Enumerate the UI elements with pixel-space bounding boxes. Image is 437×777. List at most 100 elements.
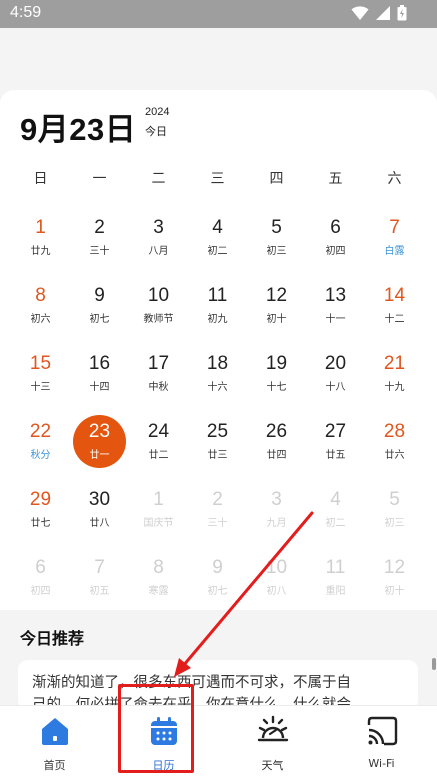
recommendation-card[interactable]: 渐渐的知道了，很多东西可遇而不可求，不属于自 己的，何必拼了命去在乎。你在意什么…	[18, 660, 418, 710]
status-icons	[351, 5, 407, 21]
calendar-day[interactable]: 3 八月	[129, 214, 188, 276]
status-time: 4:59	[10, 4, 42, 21]
calendar-day-lunar: 白露	[384, 246, 405, 257]
calendar-day-number: 18	[206, 353, 229, 374]
calendar-day-number: 9	[212, 557, 223, 578]
calendar-day-selected[interactable]: 23 廿一	[70, 415, 129, 480]
calendar-day[interactable]: 14 十二	[365, 282, 424, 344]
calendar-day[interactable]: 2 三十	[70, 214, 129, 276]
calendar-day[interactable]: 5 初三	[365, 486, 424, 548]
calendar-day[interactable]: 8 寒露	[129, 554, 188, 616]
calendar-day-number: 3	[153, 217, 164, 238]
calendar-day-lunar: 廿五	[325, 450, 346, 461]
calendar-day[interactable]: 7 白露	[365, 214, 424, 276]
calendar-day-number: 26	[265, 421, 288, 442]
weekday-fri: 五	[328, 171, 343, 187]
calendar-day[interactable]: 18 十六	[188, 350, 247, 412]
today-label: 今日	[145, 125, 167, 138]
calendar-day-lunar: 三十	[207, 518, 228, 529]
calendar-day[interactable]: 24 廿二	[129, 418, 188, 480]
calendar-day-lunar: 国庆节	[143, 518, 174, 529]
calendar-day-number: 8	[153, 557, 164, 578]
calendar-day-lunar: 十九	[384, 382, 405, 393]
calendar-day[interactable]: 15 十三	[11, 350, 70, 412]
calendar-day[interactable]: 4 初二	[188, 214, 247, 276]
calendar-day[interactable]: 1 廿九	[11, 214, 70, 276]
calendar-day-lunar: 廿四	[266, 450, 287, 461]
home-icon	[42, 718, 68, 745]
status-bar: 4:59	[0, 0, 437, 28]
calendar-day[interactable]: 29 廿七	[11, 486, 70, 548]
calendar-day-number: 14	[383, 285, 406, 306]
calendar-day[interactable]: 25 廿三	[188, 418, 247, 480]
calendar-day-lunar: 十四	[89, 382, 110, 393]
calendar-day-lunar: 九月	[266, 518, 287, 529]
recommendation-line: 渐渐的知道了，很多东西可遇而不可求，不属于自	[32, 675, 351, 691]
calendar-day-number: 4	[212, 217, 223, 238]
calendar-day[interactable]: 11 初九	[188, 282, 247, 344]
calendar-day-number: 13	[324, 285, 347, 306]
calendar-day[interactable]: 3 九月	[247, 486, 306, 548]
calendar-day[interactable]: 6 初四	[11, 554, 70, 616]
calendar-day-lunar: 廿八	[89, 518, 110, 529]
calendar-day-lunar: 十七	[266, 382, 287, 393]
calendar-day[interactable]: 12 初十	[365, 554, 424, 616]
calendar-day[interactable]: 4 初二	[306, 486, 365, 548]
nav-item-home[interactable]: 首页	[0, 706, 109, 777]
calendar-day[interactable]: 27 廿五	[306, 418, 365, 480]
calendar-day[interactable]: 10 初八	[247, 554, 306, 616]
calendar-day-lunar: 初五	[89, 586, 110, 597]
scrollbar-thumb[interactable]	[432, 658, 436, 670]
calendar-day-lunar: 寒露	[148, 586, 169, 597]
weekday-header: 日 一 二 三 四 五 六	[0, 168, 437, 188]
calendar-day-lunar: 秋分	[30, 450, 51, 461]
calendar-day-number: 1	[35, 217, 46, 238]
calendar-day[interactable]: 9 初七	[188, 554, 247, 616]
calendar-day-number: 21	[383, 353, 406, 374]
selected-year: 2024	[145, 106, 170, 118]
calendar-day[interactable]: 21 十九	[365, 350, 424, 412]
calendar-day-lunar: 初十	[384, 586, 405, 597]
calendar-day[interactable]: 26 廿四	[247, 418, 306, 480]
weekday-sat: 六	[387, 171, 402, 187]
calendar-day-lunar: 初三	[384, 518, 405, 529]
calendar-day[interactable]: 13 十一	[306, 282, 365, 344]
calendar-day-lunar: 初三	[266, 246, 287, 257]
calendar-day-lunar: 十一	[325, 314, 346, 325]
calendar-day[interactable]: 19 十七	[247, 350, 306, 412]
calendar-day[interactable]: 9 初七	[70, 282, 129, 344]
calendar-day-lunar: 中秋	[148, 382, 169, 393]
calendar-day-number: 2	[212, 489, 223, 510]
calendar-day-lunar: 十三	[30, 382, 51, 393]
calendar-day[interactable]: 6 初四	[306, 214, 365, 276]
calendar-day-number: 10	[147, 285, 170, 306]
calendar-day[interactable]: 30 廿八	[70, 486, 129, 548]
nav-item-weather[interactable]: 天气	[218, 706, 327, 777]
calendar-day[interactable]: 2 三十	[188, 486, 247, 548]
calendar-day-number: 10	[265, 557, 288, 578]
calendar-day[interactable]: 17 中秋	[129, 350, 188, 412]
calendar-day[interactable]: 16 十四	[70, 350, 129, 412]
nav-item-wifi[interactable]: Wi-Fi	[327, 706, 436, 777]
calendar-day-number: 7	[94, 557, 105, 578]
weekday-wed: 三	[210, 171, 225, 187]
calendar-day[interactable]: 20 十八	[306, 350, 365, 412]
calendar-day-lunar: 廿六	[384, 450, 405, 461]
calendar-day[interactable]: 7 初五	[70, 554, 129, 616]
calendar-day-lunar: 十六	[207, 382, 228, 393]
calendar-day-lunar: 初八	[266, 586, 287, 597]
calendar-day-lunar: 教师节	[143, 314, 174, 325]
calendar-day[interactable]: 8 初六	[11, 282, 70, 344]
nav-label-home: 首页	[43, 759, 66, 772]
calendar-day[interactable]: 5 初三	[247, 214, 306, 276]
calendar-day[interactable]: 10 教师节	[129, 282, 188, 344]
calendar-day[interactable]: 28 廿六	[365, 418, 424, 480]
calendar-day[interactable]: 12 初十	[247, 282, 306, 344]
battery-icon	[397, 5, 407, 21]
calendar-day-number: 7	[389, 217, 400, 238]
calendar-day[interactable]: 11 重阳	[306, 554, 365, 616]
calendar-day-number: 27	[324, 421, 347, 442]
calendar-day[interactable]: 22 秋分	[11, 418, 70, 480]
annotation-highlight-box	[118, 684, 194, 773]
calendar-day[interactable]: 1 国庆节	[129, 486, 188, 548]
